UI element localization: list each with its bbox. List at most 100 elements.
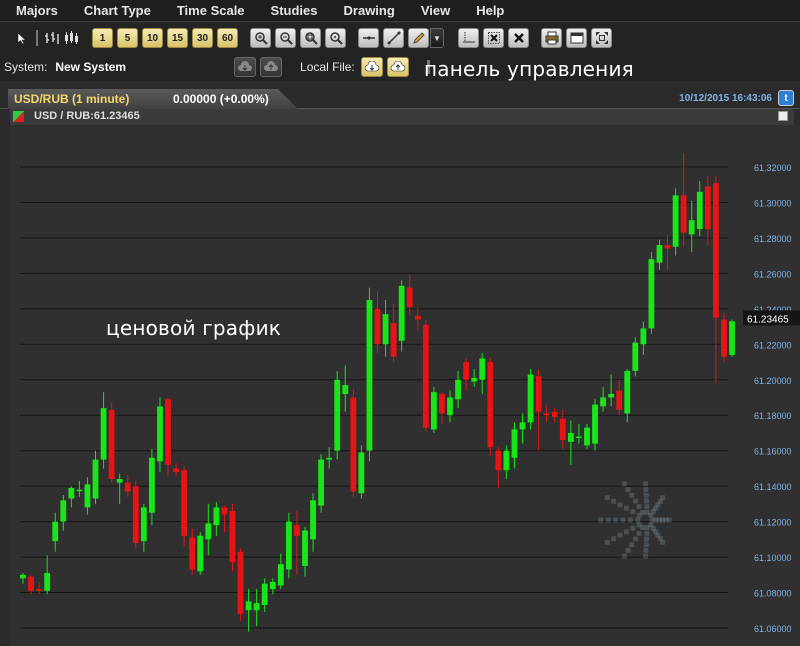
candle-body	[245, 601, 252, 611]
twitter-icon[interactable]: t	[778, 90, 794, 106]
local-download-icon[interactable]	[360, 57, 383, 77]
y-axis: 61.3200061.3000061.2800061.2600061.24000…	[754, 163, 792, 634]
candle-body	[253, 603, 260, 611]
candle-body	[366, 299, 373, 451]
zoom-in-icon[interactable]	[250, 28, 271, 48]
candle-body	[92, 459, 99, 499]
timeframe-10-button[interactable]: 10	[142, 28, 163, 48]
menu-help[interactable]: Help	[464, 3, 516, 18]
candle-body	[567, 432, 574, 442]
menu-time-scale[interactable]: Time Scale	[165, 3, 257, 18]
system-row: System: New System Local File:	[0, 53, 800, 81]
crosshair-icon[interactable]	[458, 28, 479, 48]
timeframe-5-button[interactable]: 5	[117, 28, 138, 48]
zoom-fit-icon[interactable]	[300, 28, 321, 48]
watermark-dot	[635, 517, 641, 523]
print-icon[interactable]	[541, 28, 562, 48]
y-tick-label: 61.10000	[754, 553, 792, 563]
y-tick-label: 61.32000	[754, 163, 792, 173]
menu-drawing[interactable]: Drawing	[332, 3, 407, 18]
candle	[463, 358, 470, 391]
timeframe-30-button[interactable]: 30	[192, 28, 213, 48]
candle	[28, 574, 34, 595]
candle	[439, 392, 445, 425]
candle	[310, 493, 316, 552]
zoom-out-icon[interactable]	[275, 28, 296, 48]
symbol-label: USD / RUB:61.23465	[34, 110, 140, 122]
candle-body	[277, 564, 284, 586]
candle-body	[576, 436, 582, 439]
symbol-color-icon[interactable]	[13, 111, 24, 122]
candle-body	[374, 308, 381, 345]
chevron-down-icon[interactable]: ▼	[430, 28, 444, 48]
candle	[350, 388, 357, 497]
delete-selected-icon[interactable]	[483, 28, 504, 48]
menu-studies[interactable]: Studies	[259, 3, 330, 18]
candle-body	[205, 523, 212, 540]
candle-body	[503, 450, 510, 471]
local-upload-icon[interactable]	[386, 57, 409, 77]
y-tick-label: 61.12000	[754, 518, 792, 528]
candle-body	[704, 186, 711, 230]
price-chart[interactable]: 61.32000 61.30000 61.28000 61.26000 61.24000…	[10, 125, 800, 646]
watermark-dot	[644, 504, 650, 510]
pencil-icon[interactable]	[408, 28, 429, 48]
candle-body	[721, 319, 727, 357]
candle	[44, 555, 51, 595]
cloud-upload-icon[interactable]	[260, 57, 283, 77]
cloud-download-icon[interactable]	[234, 57, 257, 77]
candle	[165, 397, 171, 476]
candlestick-type-icon[interactable]	[64, 28, 80, 48]
candle	[20, 573, 26, 584]
menu-view[interactable]: View	[409, 3, 462, 18]
watermark-dot	[620, 517, 626, 523]
delete-all-icon[interactable]	[508, 28, 529, 48]
system-value[interactable]: New System	[55, 60, 126, 74]
menu-chart-type[interactable]: Chart Type	[72, 3, 163, 18]
timeframe-60-button[interactable]: 60	[217, 28, 238, 48]
candle	[245, 588, 252, 632]
candle	[132, 480, 139, 549]
watermark-dot	[636, 530, 642, 536]
watermark-dot	[660, 539, 666, 545]
candle-body	[479, 358, 486, 380]
candle-body	[559, 418, 566, 441]
zoom-reset-icon[interactable]	[325, 28, 346, 48]
menu-majors[interactable]: Majors	[0, 3, 70, 18]
watermark-dot	[629, 492, 635, 498]
chart-datetime: 10/12/2015 16:43:06	[679, 93, 772, 104]
candle	[149, 448, 155, 526]
pointer-icon[interactable]	[14, 28, 30, 48]
candle	[430, 386, 437, 433]
chart-tab-title: USD/RUB (1 minute)	[14, 92, 130, 106]
candle	[721, 312, 727, 363]
watermark-dot	[613, 517, 619, 523]
price-chart-svg[interactable]: 61.3200061.3000061.2800061.2600061.24000…	[10, 125, 800, 646]
watermark-dot	[611, 536, 617, 542]
y-tick-label: 61.06000	[754, 624, 792, 634]
watermark-dot	[630, 509, 636, 515]
trend-line-icon[interactable]	[383, 28, 404, 48]
candle	[124, 475, 131, 497]
bar-chart-type-icon[interactable]	[44, 28, 60, 48]
window-icon[interactable]	[566, 28, 587, 48]
candle-body	[44, 573, 51, 591]
candle-body	[640, 328, 647, 345]
candle-body	[688, 220, 695, 235]
timeframe-1-button[interactable]: 1	[92, 28, 113, 48]
toolbar-separator	[36, 30, 38, 46]
candle-body	[680, 195, 687, 233]
timeframe-15-button[interactable]: 15	[167, 28, 188, 48]
watermark-dot	[644, 498, 650, 504]
candle	[221, 505, 228, 533]
candle-body	[52, 521, 59, 542]
watermark-dot	[617, 502, 623, 508]
candle	[197, 532, 204, 575]
candle	[173, 463, 179, 476]
horizontal-line-icon[interactable]	[358, 28, 379, 48]
minimize-icon[interactable]	[778, 111, 788, 121]
fullscreen-icon[interactable]	[591, 28, 612, 48]
candle-body	[664, 245, 671, 249]
candle	[487, 358, 494, 457]
candle	[140, 503, 147, 552]
